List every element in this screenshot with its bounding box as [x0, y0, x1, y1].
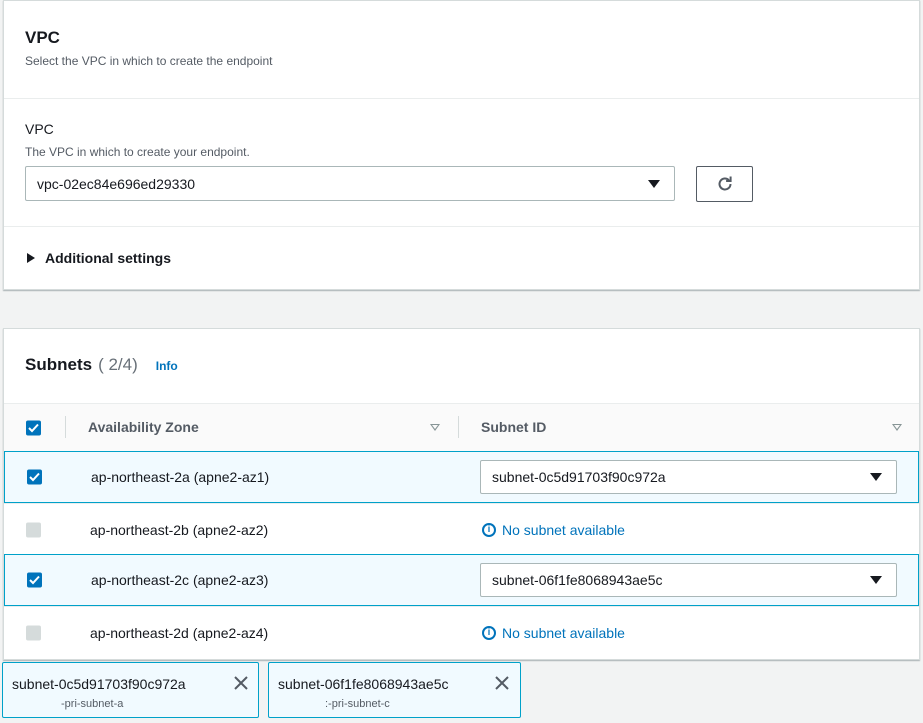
- subnet-select[interactable]: subnet-06f1fe8068943ae5c: [480, 563, 897, 597]
- column-separator: [65, 416, 66, 438]
- subnet-select-value: subnet-06f1fe8068943ae5c: [492, 572, 663, 588]
- az-name: ap-northeast-2b (apne2-az2): [90, 521, 269, 538]
- token-subnet-name: -pri-subnet-a: [61, 698, 124, 710]
- table-row[interactable]: ap-northeast-2a (apne2-az1) subnet-0c5d9…: [4, 451, 919, 503]
- table-header: Availability Zone Subnet ID: [4, 403, 919, 451]
- no-subnet-message: i No subnet available: [482, 522, 625, 538]
- table-row: ap-northeast-2b (apne2-az2) i No subnet …: [4, 503, 919, 555]
- checkmark-icon: [29, 575, 40, 585]
- additional-settings-label: Additional settings: [45, 250, 171, 266]
- chevron-down-icon: [870, 473, 882, 481]
- divider: [4, 226, 919, 227]
- subnet-select-value: subnet-0c5d91703f90c972a: [492, 469, 666, 485]
- token-subnet-name: :-pri-subnet-c: [325, 698, 390, 710]
- no-subnet-text: No subnet available: [502, 521, 625, 538]
- info-icon: i: [482, 625, 496, 640]
- subnets-panel: Subnets ( 2/4) Info Availability Zone Su…: [3, 328, 920, 660]
- column-header-subnet-id[interactable]: Subnet ID: [481, 419, 546, 435]
- table-row[interactable]: ap-northeast-2c (apne2-az3) subnet-06f1f…: [4, 554, 919, 606]
- subnets-title: Subnets: [25, 355, 93, 374]
- vpc-field-label: VPC: [25, 121, 54, 137]
- vpc-field-description: The VPC in which to create your endpoint…: [25, 145, 250, 159]
- sort-icon[interactable]: [892, 424, 902, 431]
- close-icon[interactable]: [232, 674, 250, 692]
- table-row: ap-northeast-2d (apne2-az4) i No subnet …: [4, 606, 919, 658]
- chevron-down-icon: [870, 576, 882, 584]
- info-link[interactable]: Info: [156, 359, 178, 373]
- az-name: ap-northeast-2a (apne2-az1): [91, 469, 270, 485]
- vpc-panel: VPC Select the VPC in which to create th…: [3, 0, 920, 290]
- subnet-token: subnet-06f1fe8068943ae5c :-pri-subnet-c: [268, 662, 521, 718]
- row-checkbox: [26, 522, 41, 537]
- token-subnet-id: subnet-0c5d91703f90c972a: [12, 676, 186, 692]
- row-checkbox[interactable]: [27, 572, 42, 588]
- subnets-header: Subnets ( 2/4) Info: [25, 355, 178, 375]
- additional-settings-toggle[interactable]: Additional settings: [27, 250, 171, 266]
- subnets-count: ( 2/4): [98, 355, 138, 374]
- no-subnet-text: No subnet available: [502, 624, 625, 641]
- info-icon: i: [482, 522, 496, 537]
- vpc-section-title: VPC: [25, 28, 60, 47]
- column-separator: [458, 416, 459, 438]
- subnet-select[interactable]: subnet-0c5d91703f90c972a: [480, 460, 897, 494]
- caret-right-icon: [27, 253, 35, 263]
- close-icon[interactable]: [493, 674, 511, 692]
- refresh-button[interactable]: [696, 166, 753, 202]
- refresh-icon: [718, 176, 732, 191]
- row-checkbox: [26, 625, 41, 640]
- row-checkbox[interactable]: [27, 469, 42, 485]
- checkmark-icon: [28, 423, 39, 432]
- column-header-az[interactable]: Availability Zone: [88, 419, 199, 435]
- subnet-token: subnet-0c5d91703f90c972a -pri-subnet-a: [2, 662, 259, 718]
- no-subnet-message: i No subnet available: [482, 625, 625, 641]
- vpc-select-value: vpc-02ec84e696ed29330: [37, 175, 196, 192]
- chevron-down-icon: [648, 179, 660, 188]
- sort-icon[interactable]: [430, 424, 440, 431]
- az-name: ap-northeast-2d (apne2-az4): [90, 624, 269, 641]
- vpc-section-description: Select the VPC in which to create the en…: [25, 54, 273, 68]
- az-name: ap-northeast-2c (apne2-az3): [91, 572, 269, 588]
- vpc-header: VPC Select the VPC in which to create th…: [4, 1, 919, 99]
- vpc-select[interactable]: vpc-02ec84e696ed29330: [25, 166, 675, 201]
- token-subnet-id: subnet-06f1fe8068943ae5c: [278, 676, 449, 692]
- checkmark-icon: [29, 472, 40, 482]
- select-all-checkbox[interactable]: [26, 420, 41, 435]
